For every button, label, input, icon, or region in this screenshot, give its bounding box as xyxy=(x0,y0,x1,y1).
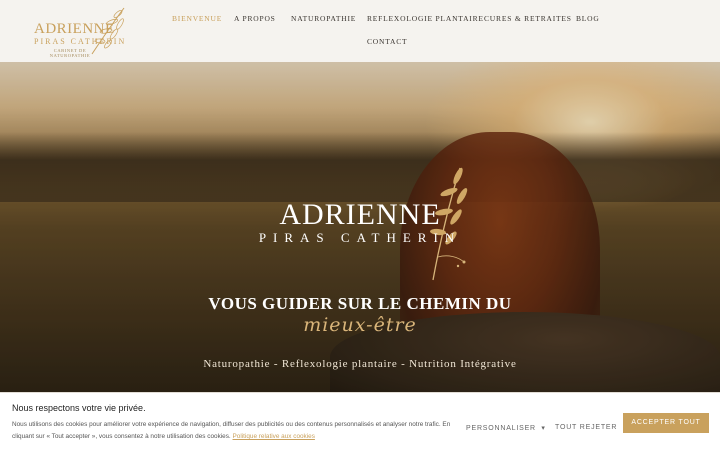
logo-subname: PIRAS CATHERIN xyxy=(34,37,127,46)
customize-button[interactable]: PERSONNALISER ▾ xyxy=(466,424,546,432)
caret-down-icon: ▾ xyxy=(538,425,546,432)
reject-all-button[interactable]: TOUT REJETER xyxy=(555,424,617,431)
site-logo[interactable]: ADRIENNE PIRAS CATHERIN CABINET DE NATUR… xyxy=(22,4,132,58)
logo-name: ADRIENNE xyxy=(34,21,115,37)
nav-item-cures-retraites[interactable]: CURES & RETRAITES xyxy=(484,14,572,23)
logo-tagline: CABINET DE NATUROPATHIE xyxy=(49,48,91,58)
hero-banner: ADRIENNE PIRAS CATHERIN VOUS GUIDER SUR … xyxy=(0,62,720,392)
hero-services: Naturopathie - Reflexologie plantaire - … xyxy=(203,358,517,370)
site-header: ADRIENNE PIRAS CATHERIN CABINET DE NATUR… xyxy=(0,0,720,62)
nav-item-a-propos[interactable]: A PROPOS xyxy=(234,14,276,23)
customize-label: PERSONNALISER xyxy=(466,425,536,432)
hero-title: VOUS GUIDER SUR LE CHEMIN DU xyxy=(208,294,512,313)
cookie-text: Nous utilisons des cookies pour améliore… xyxy=(12,419,452,443)
cookie-description: Nous utilisons des cookies pour améliore… xyxy=(12,421,451,440)
hero-script-tagline: mieux-être xyxy=(303,314,417,336)
nav-item-contact[interactable]: CONTACT xyxy=(367,37,407,46)
hero-surname: PIRAS CATHERIN xyxy=(258,230,462,245)
nav-item-naturopathie[interactable]: NATUROPATHIE xyxy=(291,14,356,23)
nav-item-blog[interactable]: BLOG xyxy=(576,14,600,23)
cookie-title: Nous respectons votre vie privée. xyxy=(12,403,146,413)
cookie-policy-link[interactable]: Politique relative aux cookies xyxy=(233,433,315,440)
hero-name: ADRIENNE xyxy=(279,198,441,231)
cookie-banner: Nous respectons votre vie privée. Nous u… xyxy=(0,392,720,450)
nav-item-reflexologie-plantaire[interactable]: REFLEXOLOGIE PLANTAIRE xyxy=(367,14,484,23)
accept-all-button[interactable]: ACCEPTER TOUT xyxy=(623,413,709,433)
nav-item-bienvenue[interactable]: BIENVENUE xyxy=(172,14,222,23)
